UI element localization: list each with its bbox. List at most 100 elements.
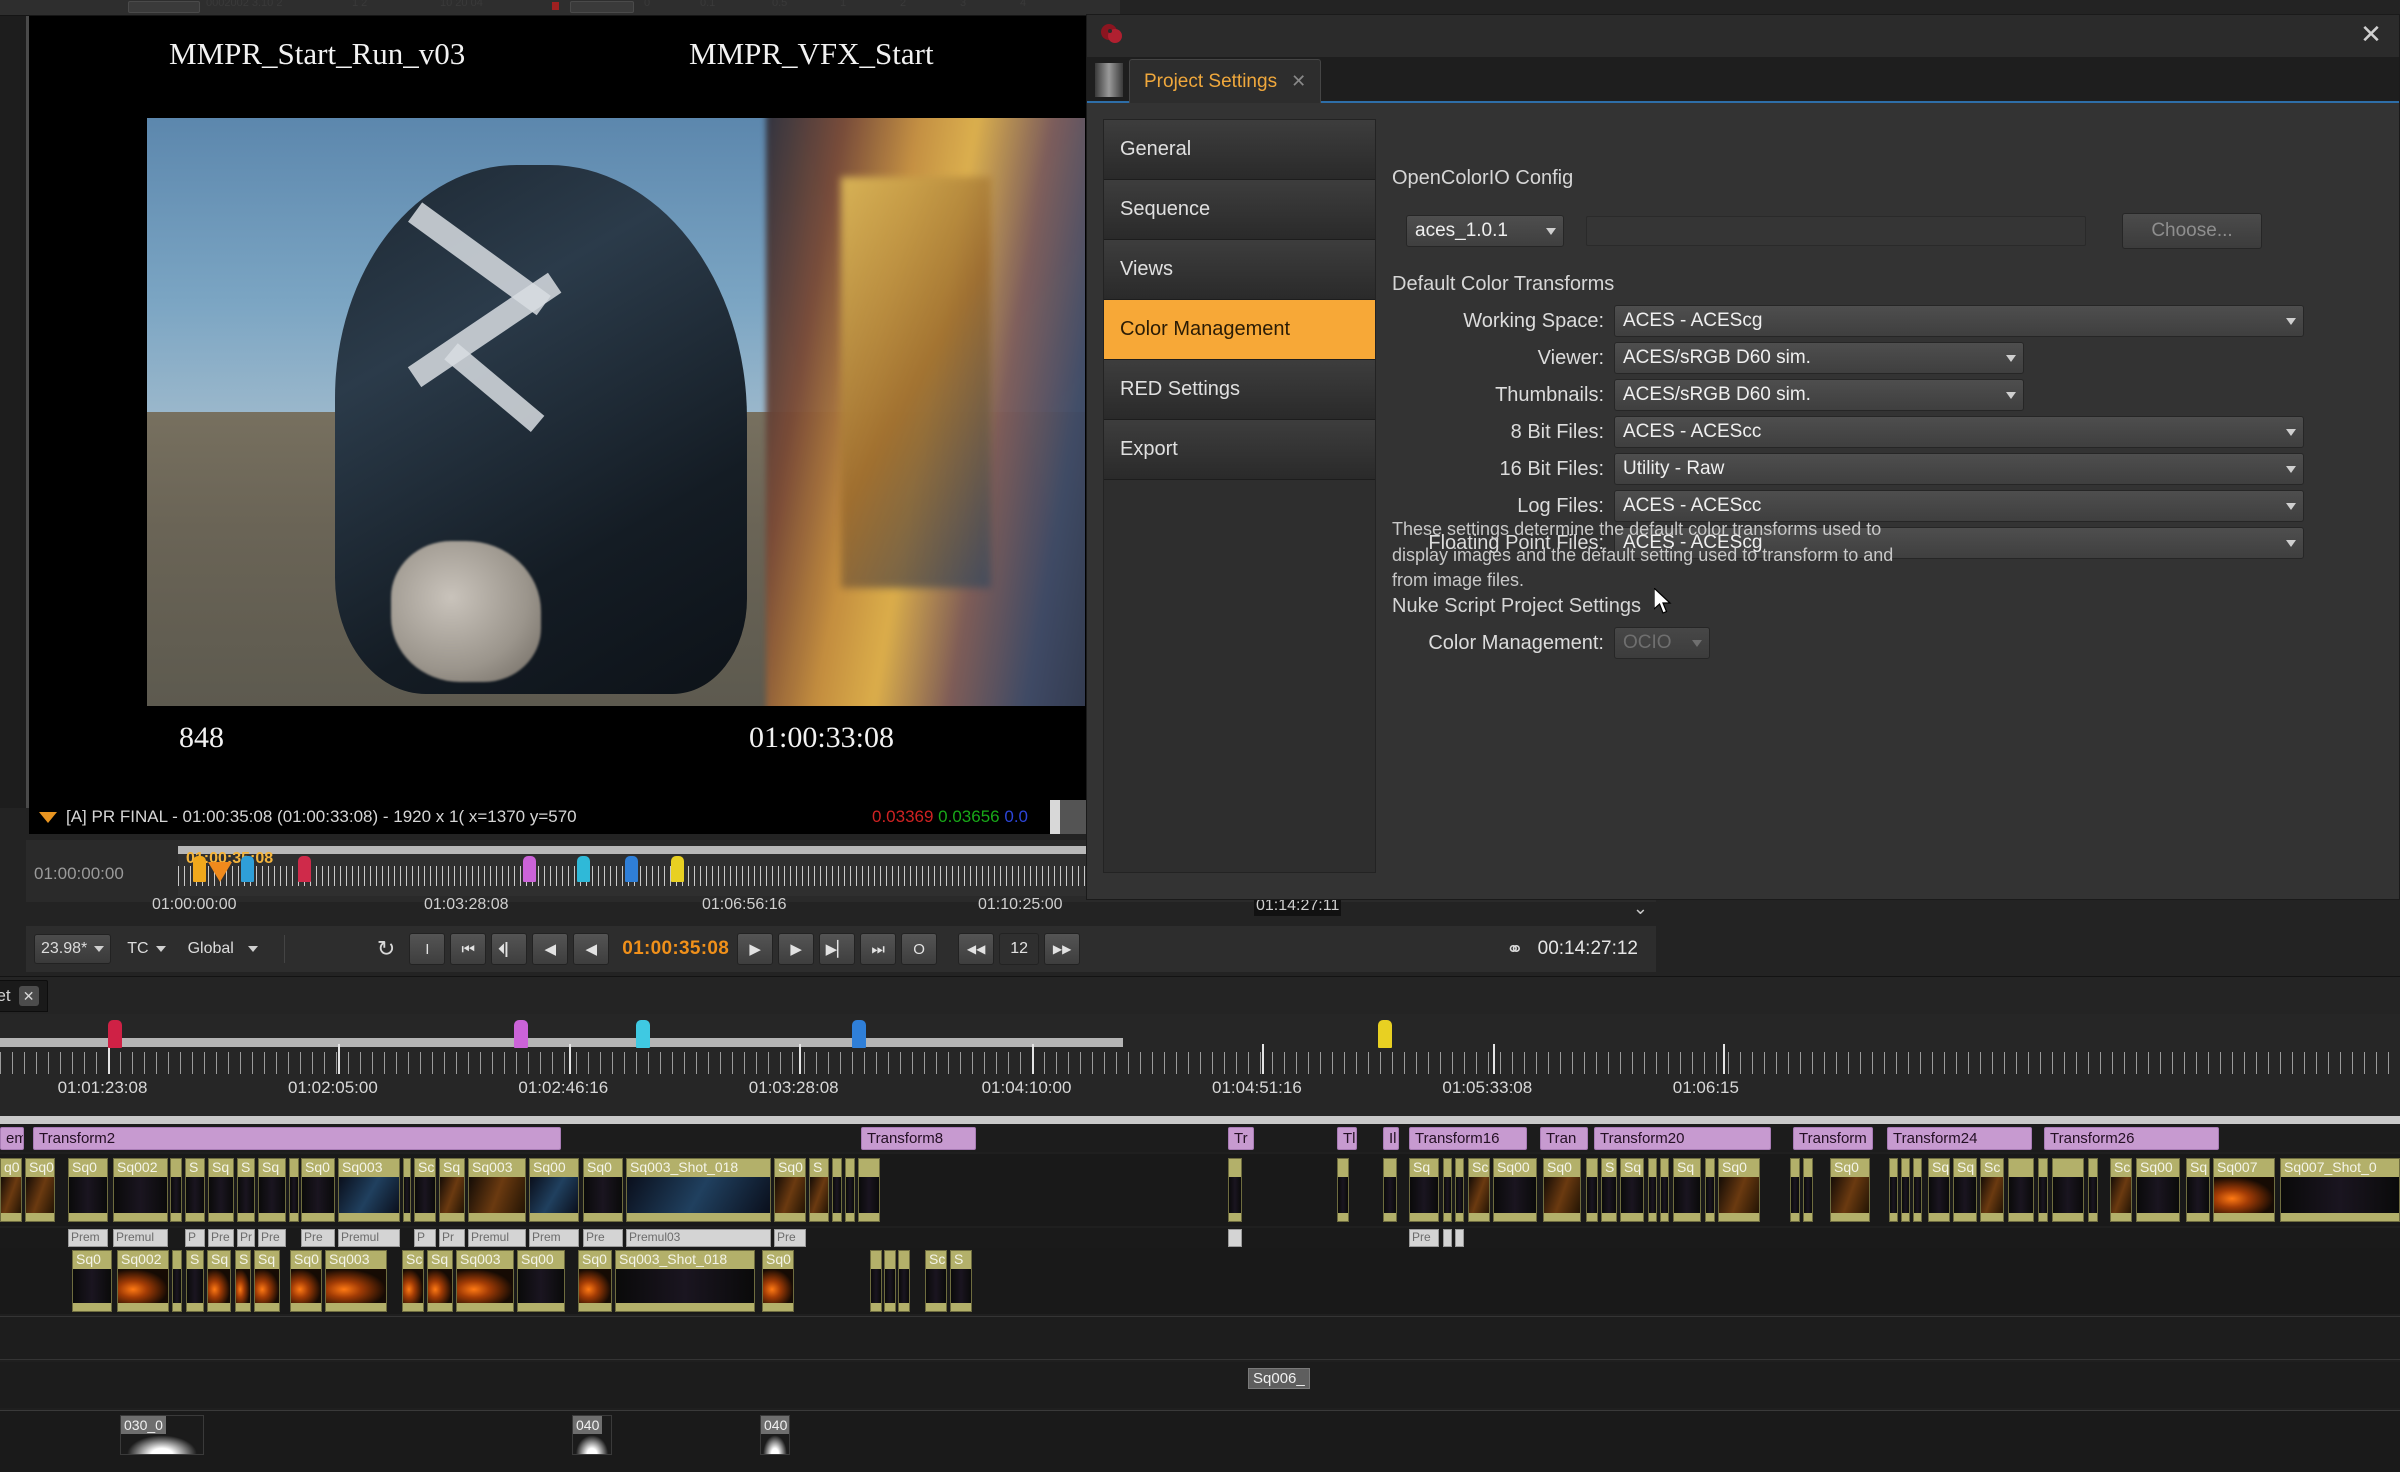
timeline-clip[interactable]: Sq0 [1718,1158,1760,1222]
effect-clip[interactable]: em [0,1127,24,1150]
toolbar-field-1[interactable] [128,1,200,13]
go-to-start-button[interactable]: ⏮ [450,933,487,965]
premult-clip[interactable] [1455,1229,1464,1247]
timeline-clip[interactable]: Sq003 [456,1250,514,1312]
expand-caret-icon[interactable] [39,811,57,823]
play-backward-button[interactable]: ◀ [573,933,610,965]
timecode-mode-selector[interactable]: TC [127,940,166,958]
effects-track[interactable]: em Transform2 Transform8 Tr Tl Il Transform16 T… [0,1124,2400,1152]
settings-nav-item-color-management[interactable]: Color Management [1104,300,1375,360]
timeline-clip[interactable] [1455,1158,1464,1222]
effect-clip[interactable]: Transform24 [1887,1127,2032,1150]
premult-clip[interactable]: Pre [774,1229,806,1247]
timeline-clip[interactable]: Sq0 [290,1250,322,1312]
timeline-clip[interactable]: Sq [1673,1158,1701,1222]
timeline-clip[interactable] [1228,1158,1242,1222]
timeline-clip[interactable]: Sq00 [517,1250,565,1312]
premult-clip[interactable]: P [185,1229,205,1247]
timeline-clip[interactable]: Sq [427,1250,453,1312]
timeline-clip[interactable]: Sq0 [68,1158,108,1222]
timeline-clip[interactable] [1586,1158,1598,1222]
timeline-clip[interactable] [170,1158,182,1222]
timeline-marker[interactable] [240,856,254,882]
transform-dropdown[interactable]: ACES/sRGB D60 sim. [1614,379,2024,411]
timeline-clip[interactable]: Sc [2110,1158,2132,1222]
timeline-clip[interactable] [858,1158,880,1222]
timeline-clip[interactable]: q0 [0,1158,22,1222]
settings-nav-item-red-settings[interactable]: RED Settings [1104,360,1375,420]
timeline-tab[interactable]: eet ✕ [0,980,48,1012]
timeline-clip[interactable]: S [235,1250,251,1312]
premult-clip[interactable]: Premul [113,1229,168,1247]
timeline-clip[interactable] [1913,1158,1922,1222]
transform-dropdown[interactable]: ACES/sRGB D60 sim. [1614,342,2024,374]
timeline-clip[interactable] [2008,1158,2034,1222]
go-to-end-button[interactable]: ⏭ [860,933,897,965]
timeline-clip[interactable]: Sq003 [325,1250,387,1312]
timeline-clip[interactable]: Sq0 [72,1250,112,1312]
timeline-clip[interactable] [870,1250,882,1312]
timeline-clip[interactable]: Sq0 [774,1158,806,1222]
premult-clip[interactable]: Pr [237,1229,255,1247]
timeline-marker[interactable] [576,856,590,882]
timeline-clip[interactable]: Sq [2186,1158,2210,1222]
premult-clip[interactable] [1228,1229,1242,1247]
settings-nav-item-views[interactable]: Views [1104,240,1375,300]
timeline-clip[interactable]: Sq [254,1250,280,1312]
timeline-clip[interactable]: S [1601,1158,1617,1222]
timeline-clip[interactable]: Sq00 [529,1158,579,1222]
viewer-panel[interactable]: MMPR_Start_Run_v03 MMPR_VFX_Start 848 01… [26,16,1086,808]
transport-current-timecode[interactable]: 01:00:35:08 [622,938,729,960]
timeline-clip[interactable] [403,1158,411,1222]
timeline-clip[interactable] [845,1158,855,1222]
timeline-clip[interactable] [1660,1158,1669,1222]
timeline-clip[interactable]: Sq [1409,1158,1439,1222]
timeline-marker[interactable] [522,856,536,882]
timeline-clip[interactable] [2038,1158,2048,1222]
transform-dropdown[interactable]: ACES - ACEScc [1614,416,2304,448]
settings-nav-item-sequence[interactable]: Sequence [1104,180,1375,240]
timeline-clip[interactable]: Sq [1928,1158,1950,1222]
empty-track[interactable] [0,1316,2400,1360]
effect-clip[interactable]: Il [1383,1127,1399,1150]
effect-clip[interactable]: Tran [1540,1127,1588,1150]
out-point-button[interactable]: O [901,933,938,965]
timeline-clip[interactable] [832,1158,842,1222]
timeline-clip[interactable]: Sq0 [583,1158,623,1222]
audio-clip[interactable]: 040 [760,1415,790,1455]
audio-clip[interactable]: 030_0 [120,1415,204,1455]
timeline-clip[interactable]: Sq [208,1158,234,1222]
effect-clip[interactable]: Transform16 [1409,1127,1527,1150]
timeline-clip[interactable]: Sq0 [762,1250,794,1312]
timeline-clip[interactable]: Sq007_Shot_0 [2280,1158,2400,1222]
chevron-double-down-icon[interactable]: ⌄ [1633,898,1648,919]
timeline-marker[interactable] [192,856,206,882]
timeline-clip[interactable] [1443,1158,1452,1222]
settings-nav-item-general[interactable]: General [1104,120,1375,180]
timeline-marker[interactable] [1377,1020,1392,1048]
audio-track[interactable]: 030_0 040 040 [0,1410,2400,1472]
timeline-clip[interactable] [1337,1158,1349,1222]
timeline-clip[interactable]: Sq [207,1250,231,1312]
timeline-clip[interactable]: S [185,1158,205,1222]
effect-clip[interactable]: Transform26 [2044,1127,2219,1150]
ocio-config-dropdown[interactable]: aces_1.0.1 [1406,215,1564,247]
premult-clip[interactable]: Pre [258,1229,286,1247]
timeline-marker[interactable] [852,1020,866,1048]
timeline-marker[interactable] [671,856,685,882]
timeline-clip[interactable]: Sq002 [117,1250,169,1312]
scope-selector[interactable]: Global [188,940,258,958]
effect-clip[interactable]: Tr [1228,1127,1254,1150]
timeline-clip[interactable] [289,1158,299,1222]
timeline-clip[interactable]: Sq0 [578,1250,612,1312]
premult-clip[interactable]: Pre [1409,1229,1439,1247]
premult-clip[interactable]: Prem [68,1229,108,1247]
choose-button[interactable]: Choose... [2122,213,2262,249]
audio-clip[interactable]: 040 [572,1415,612,1455]
ocio-path-field[interactable] [1586,216,2086,246]
timeline-clip[interactable]: Sq00 [2136,1158,2180,1222]
timeline-clip[interactable] [1803,1158,1813,1222]
timeline-clip[interactable]: S [186,1250,204,1312]
annotation-track[interactable]: Sq006_ [0,1362,2400,1408]
close-icon[interactable]: ✕ [18,986,39,1006]
